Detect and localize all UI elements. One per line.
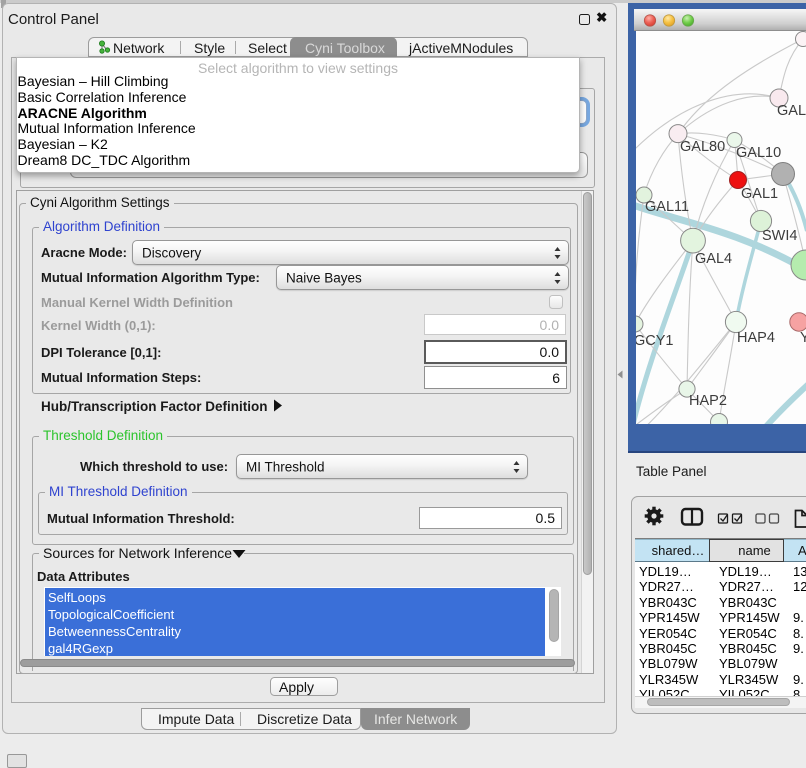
svg-text:GAL80: GAL80 [680,139,725,155]
svg-text:SWI4: SWI4 [762,228,797,244]
svg-text:GAL1: GAL1 [741,186,778,202]
svg-text:GAL10: GAL10 [736,145,781,161]
svg-text:GAL2: GAL2 [777,103,806,119]
svg-text:GAL11: GAL11 [645,199,689,215]
svg-text:Y: Y [800,330,806,346]
svg-text:HAP4: HAP4 [737,330,775,346]
svg-text:GAL4: GAL4 [695,251,732,267]
svg-text:GCY1: GCY1 [636,333,674,349]
svg-text:HAP2: HAP2 [689,393,727,409]
